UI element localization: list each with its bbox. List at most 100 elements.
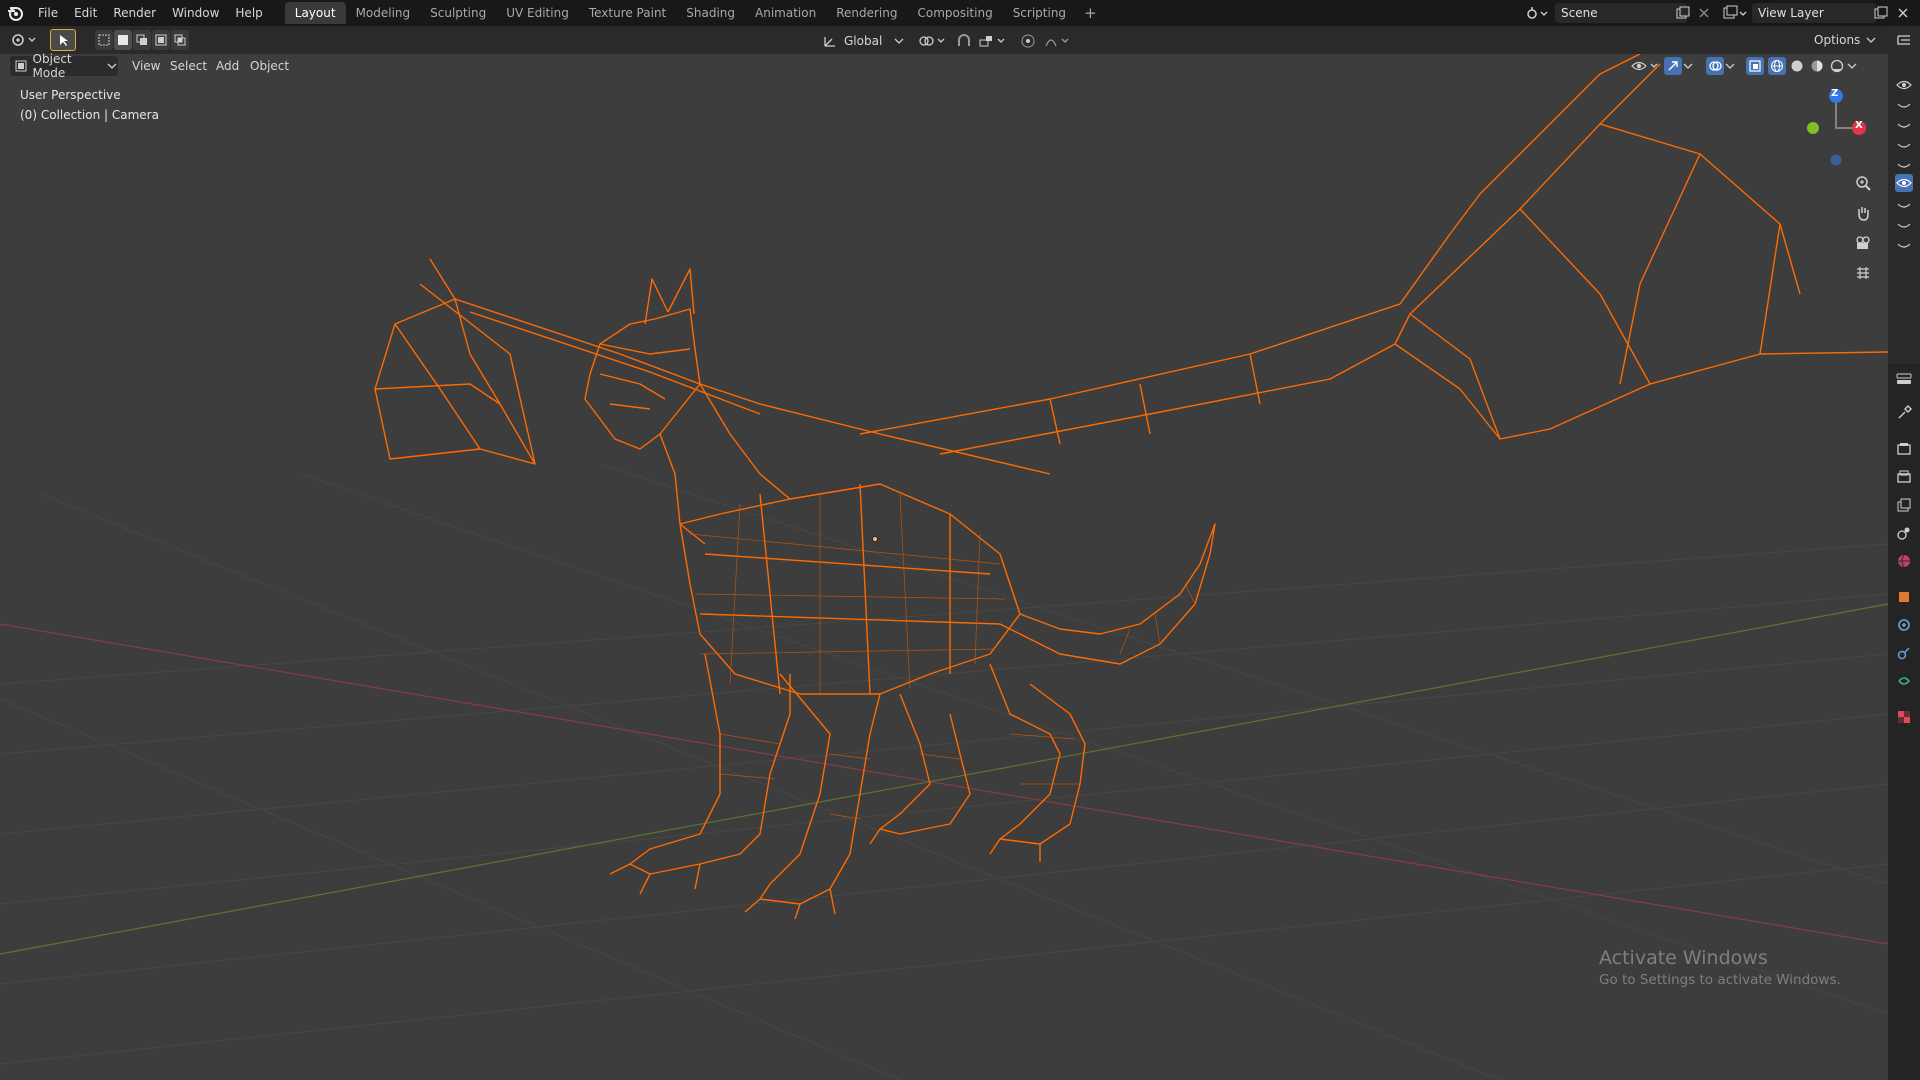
physics-icon[interactable] (1895, 644, 1913, 662)
3d-viewport[interactable]: User Perspective (0) Collection | Camera… (0, 54, 1888, 1080)
editor-type-icon[interactable] (10, 30, 40, 50)
select-box-invert-icon[interactable] (152, 30, 170, 50)
viewport-display-controls (1630, 56, 1860, 76)
shading-dropdown-icon[interactable] (1846, 57, 1860, 75)
top-menu-bar: File Edit Render Window Help Layout Mode… (0, 0, 1920, 26)
constraint-icon[interactable] (1895, 672, 1913, 690)
dragon-mesh-detail (689, 493, 1196, 820)
shading-rendered-icon[interactable] (1828, 57, 1846, 75)
menu-help[interactable]: Help (227, 0, 270, 26)
collection-label: (0) Collection | Camera (20, 108, 159, 122)
tab-rendering[interactable]: Rendering (826, 2, 907, 24)
output-icon[interactable] (1895, 468, 1913, 486)
view-perspective-label: User Perspective (20, 88, 121, 102)
properties-editor-icon[interactable] (1895, 370, 1913, 388)
menu-object[interactable]: Object (242, 52, 297, 80)
object-mode-label: Object Mode (32, 52, 72, 80)
transform-orientation-dropdown[interactable]: Global (818, 31, 910, 51)
outliner-panel-strip (1888, 26, 1920, 364)
proportional-falloff-icon[interactable] (1044, 31, 1074, 51)
new-view-layer-icon[interactable] (1874, 6, 1888, 20)
tab-shading[interactable]: Shading (676, 2, 745, 24)
gizmo-dropdown-icon[interactable] (1682, 57, 1696, 75)
snap-toggle-icon[interactable] (956, 31, 974, 51)
scene-name: Scene (1561, 6, 1598, 20)
select-tool-button[interactable] (50, 29, 76, 51)
visibility-eye-icon[interactable] (1895, 76, 1913, 94)
tab-layout[interactable]: Layout (284, 2, 346, 24)
workspace-tabs: Layout Modeling Sculpting UV Editing Tex… (284, 2, 1105, 24)
camera-view-icon[interactable] (1850, 230, 1876, 256)
hidden-eye-icon[interactable] (1895, 96, 1913, 114)
options-label: Options (1814, 33, 1861, 47)
scene-icon[interactable] (1895, 524, 1913, 542)
scene-type-icon[interactable] (1526, 5, 1548, 21)
gizmo-z-label[interactable]: Z (1831, 88, 1838, 99)
transform-orientation-label: Global (844, 34, 883, 48)
gizmo-x-label[interactable]: X (1855, 120, 1863, 131)
select-mode-group (95, 30, 192, 50)
new-scene-icon[interactable] (1676, 6, 1690, 20)
shading-solid-icon[interactable] (1788, 57, 1806, 75)
view-layer-name: View Layer (1758, 6, 1824, 20)
gizmo-toggle-icon[interactable] (1664, 57, 1682, 75)
add-workspace-button[interactable]: + (1076, 2, 1105, 24)
view-layer-type-icon[interactable] (1723, 5, 1749, 21)
ortho-grid-icon[interactable] (1850, 260, 1876, 286)
shading-wireframe-icon[interactable] (1768, 57, 1786, 75)
pivot-point-icon[interactable] (918, 31, 948, 51)
tab-scripting[interactable]: Scripting (1003, 2, 1076, 24)
activate-windows-subtitle: Go to Settings to activate Windows. (1599, 972, 1841, 988)
menu-file[interactable]: File (30, 0, 66, 26)
select-box-subtract-icon[interactable] (133, 30, 151, 50)
proportional-edit-icon[interactable] (1020, 31, 1038, 51)
y-axis-line (0, 603, 1888, 955)
tab-compositing[interactable]: Compositing (907, 2, 1002, 24)
overlays-toggle-icon[interactable] (1706, 57, 1724, 75)
visibility-eye-icon[interactable] (1630, 56, 1660, 76)
shading-material-icon[interactable] (1808, 57, 1826, 75)
world-icon[interactable] (1895, 552, 1913, 570)
menu-edit[interactable]: Edit (66, 0, 105, 26)
object-mode-dropdown[interactable]: Object Mode (10, 52, 118, 80)
hidden-eye-icon[interactable] (1895, 236, 1913, 254)
activate-windows-title: Activate Windows (1599, 947, 1768, 969)
hidden-eye-icon[interactable] (1895, 136, 1913, 154)
tab-modeling[interactable]: Modeling (346, 2, 421, 24)
view-layer-icon[interactable] (1895, 496, 1913, 514)
zoom-icon[interactable] (1850, 170, 1876, 196)
blender-logo-icon[interactable] (0, 0, 30, 26)
select-box-extend-icon[interactable] (114, 30, 132, 50)
tool-icon[interactable] (1895, 404, 1913, 422)
tab-animation[interactable]: Animation (745, 2, 826, 24)
view-layer-field[interactable]: View Layer (1752, 3, 1876, 23)
viewport-scene[interactable] (0, 54, 1888, 1080)
delete-view-layer-icon[interactable] (1896, 6, 1910, 20)
overlays-dropdown-icon[interactable] (1724, 57, 1738, 75)
scene-field[interactable]: Scene (1555, 3, 1687, 23)
render-icon[interactable] (1895, 440, 1913, 458)
visibility-eye-icon[interactable] (1895, 174, 1913, 192)
hidden-eye-icon[interactable] (1895, 216, 1913, 234)
pan-hand-icon[interactable] (1850, 200, 1876, 226)
hidden-eye-icon[interactable] (1895, 156, 1913, 174)
hidden-eye-icon[interactable] (1895, 196, 1913, 214)
snap-target-icon[interactable] (978, 31, 1008, 51)
transform-controls: Global (818, 30, 1074, 52)
options-dropdown[interactable]: Options (1814, 30, 1878, 50)
menu-render[interactable]: Render (105, 0, 164, 26)
select-box-intersect-icon[interactable] (171, 30, 189, 50)
tab-texture-paint[interactable]: Texture Paint (579, 2, 676, 24)
xray-toggle-icon[interactable] (1746, 57, 1764, 75)
select-box-new-icon[interactable] (95, 30, 113, 50)
hidden-eye-icon[interactable] (1895, 116, 1913, 134)
object-icon[interactable] (1895, 588, 1913, 606)
texture-icon[interactable] (1895, 708, 1913, 726)
menu-window[interactable]: Window (164, 0, 227, 26)
delete-scene-icon[interactable] (1697, 6, 1711, 20)
outliner-editor-icon[interactable] (1895, 32, 1913, 50)
modifier-icon[interactable] (1895, 616, 1913, 634)
tab-uv-editing[interactable]: UV Editing (496, 2, 579, 24)
viewport-tool-header: Object Mode View Select Add Object (0, 52, 1888, 80)
tab-sculpting[interactable]: Sculpting (420, 2, 496, 24)
